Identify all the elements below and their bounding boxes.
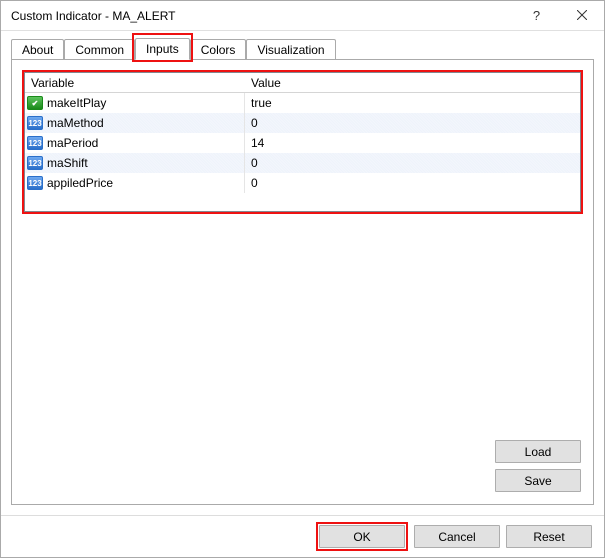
tab-inputs[interactable]: Inputs — [135, 38, 190, 60]
inputs-grid-highlight: Variable Value ✔ makeItPlay true 123 maMetho… — [22, 70, 583, 214]
help-icon: ? — [533, 8, 540, 23]
value-cell[interactable]: 0 — [245, 156, 580, 170]
col-header-variable[interactable]: Variable — [25, 76, 245, 90]
variable-name: maPeriod — [47, 136, 98, 150]
tab-visualization[interactable]: Visualization — [246, 39, 335, 60]
load-button[interactable]: Load — [495, 440, 581, 463]
table-row[interactable]: 123 maShift 0 — [25, 153, 580, 173]
variable-name: appiledPrice — [47, 176, 113, 190]
title-bar: Custom Indicator - MA_ALERT ? — [1, 1, 604, 31]
inputs-panel: Variable Value ✔ makeItPlay true 123 maMetho… — [11, 59, 594, 505]
ok-button[interactable]: OK — [319, 525, 405, 548]
close-button[interactable] — [559, 1, 604, 31]
variable-cell[interactable]: 123 maMethod — [25, 113, 245, 133]
variable-name: maShift — [47, 156, 88, 170]
tab-colors[interactable]: Colors — [190, 39, 247, 60]
grid-rows: ✔ makeItPlay true 123 maMethod 0 123 maPeriod 14… — [25, 93, 580, 211]
int-type-icon: 123 — [27, 116, 43, 130]
int-type-icon: 123 — [27, 136, 43, 150]
variable-cell[interactable]: 123 maShift — [25, 153, 245, 173]
help-button[interactable]: ? — [514, 1, 559, 31]
variable-cell[interactable]: 123 appiledPrice — [25, 173, 245, 193]
table-row[interactable]: 123 maPeriod 14 — [25, 133, 580, 153]
window-title: Custom Indicator - MA_ALERT — [11, 9, 514, 23]
cancel-button[interactable]: Cancel — [414, 525, 500, 548]
value-cell[interactable]: 14 — [245, 136, 580, 150]
dialog-window: Custom Indicator - MA_ALERT ? About Comm… — [0, 0, 605, 558]
value-cell[interactable]: 0 — [245, 176, 580, 190]
int-type-icon: 123 — [27, 176, 43, 190]
value-cell[interactable]: true — [245, 96, 580, 110]
dialog-footer: OK Cancel Reset — [1, 515, 604, 557]
side-buttons: Load Save — [495, 440, 581, 492]
table-row[interactable]: 123 maMethod 0 — [25, 113, 580, 133]
grid-header: Variable Value — [25, 73, 580, 93]
variable-name: maMethod — [47, 116, 104, 130]
tab-strip: About Common Inputs Colors Visualization — [11, 37, 594, 59]
bool-type-icon: ✔ — [27, 96, 43, 110]
variable-cell[interactable]: ✔ makeItPlay — [25, 93, 245, 113]
value-cell[interactable]: 0 — [245, 116, 580, 130]
ok-highlight: OK — [316, 522, 408, 551]
table-row[interactable]: ✔ makeItPlay true — [25, 93, 580, 113]
variable-name: makeItPlay — [47, 96, 106, 110]
save-button[interactable]: Save — [495, 469, 581, 492]
reset-button[interactable]: Reset — [506, 525, 592, 548]
variable-cell[interactable]: 123 maPeriod — [25, 133, 245, 153]
tab-about[interactable]: About — [11, 39, 64, 60]
table-row[interactable]: 123 appiledPrice 0 — [25, 173, 580, 193]
int-type-icon: 123 — [27, 156, 43, 170]
inputs-grid[interactable]: Variable Value ✔ makeItPlay true 123 maMetho… — [24, 72, 581, 212]
col-header-value[interactable]: Value — [245, 76, 580, 90]
close-icon — [577, 9, 587, 23]
tab-common[interactable]: Common — [64, 39, 135, 60]
